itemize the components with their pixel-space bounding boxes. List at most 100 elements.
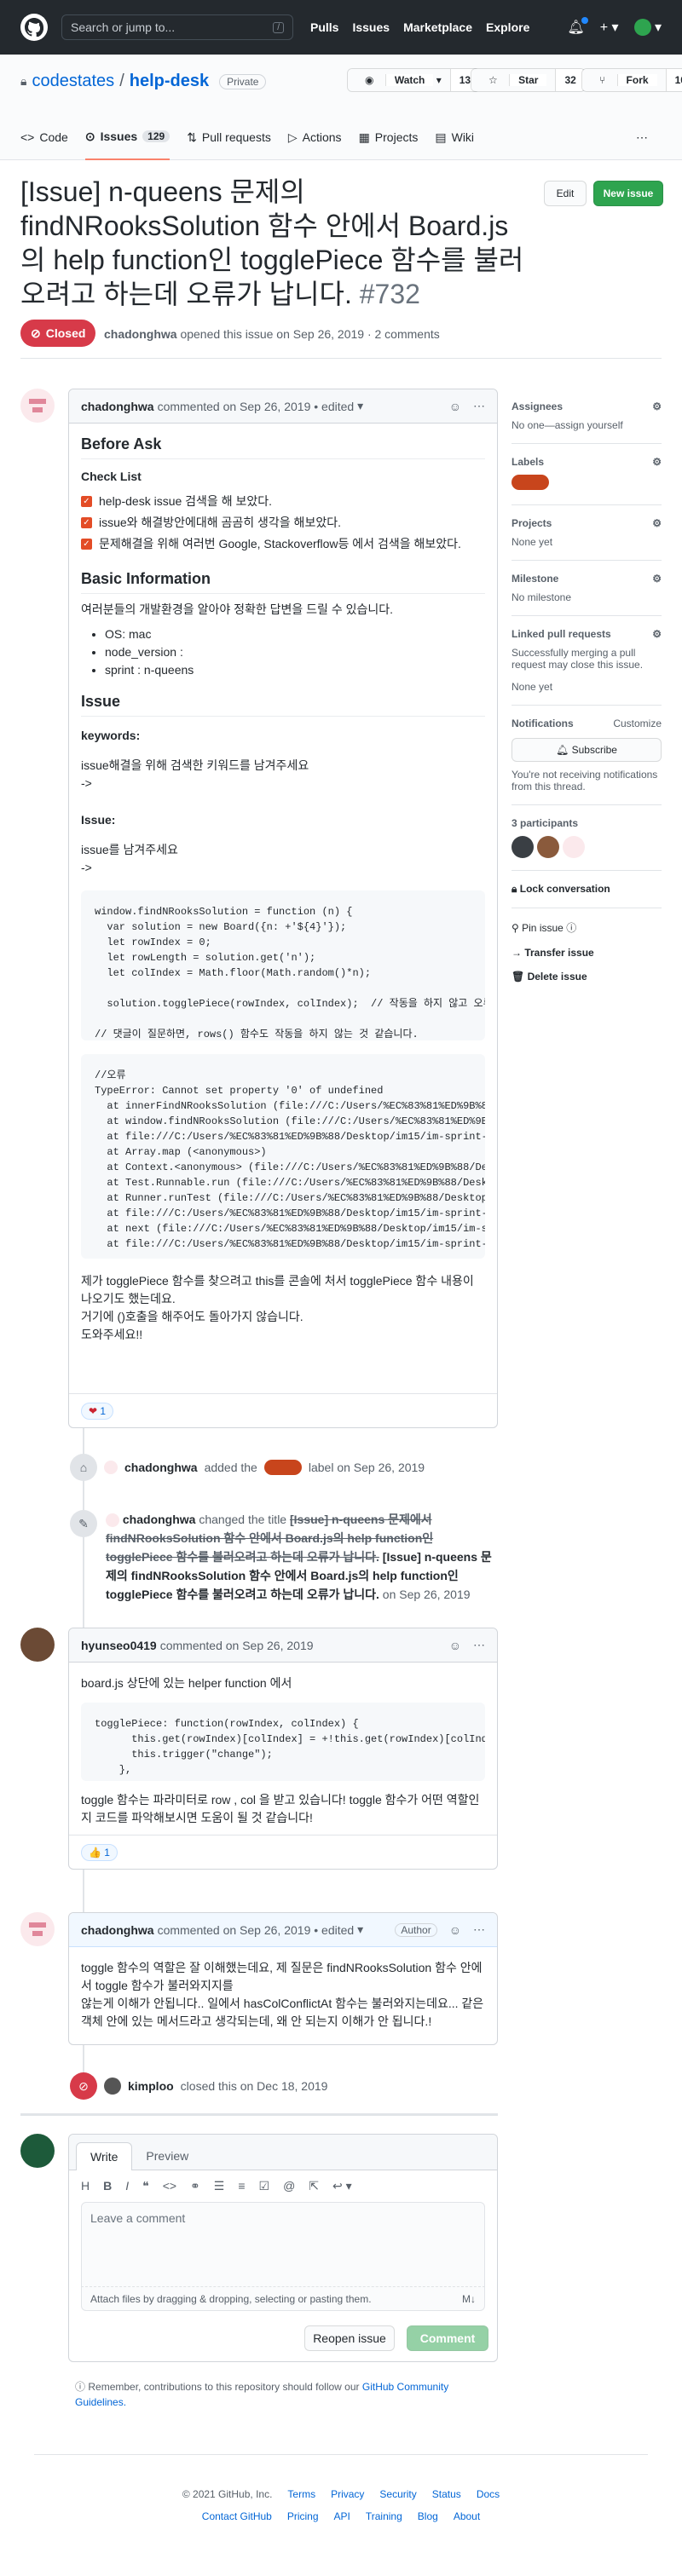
avatar[interactable] <box>20 2134 55 2168</box>
event-user-link[interactable]: kimploo <box>128 2079 174 2093</box>
new-issue-button[interactable]: New issue <box>593 181 663 206</box>
avatar[interactable] <box>20 1628 55 1662</box>
mention-icon[interactable]: @ <box>283 2179 295 2193</box>
kebab-icon[interactable]: ⋯ <box>473 1638 485 1652</box>
milestone-header[interactable]: Milestone ⚙ <box>512 573 662 585</box>
nav-explore[interactable]: Explore <box>486 20 529 34</box>
footer-link-blog[interactable]: Blog <box>418 2510 438 2522</box>
nav-issues[interactable]: Issues <box>352 20 390 34</box>
comment-author-link[interactable]: hyunseo0419 <box>81 1639 157 1652</box>
smiley-icon[interactable]: ☺ <box>449 1639 461 1652</box>
avatar[interactable] <box>512 836 534 858</box>
avatar[interactable] <box>20 389 55 423</box>
comment-submit-button[interactable]: Comment <box>407 2325 488 2351</box>
label-badge[interactable] <box>512 475 549 490</box>
lock-conversation-link[interactable]: 🔒︎ Lock conversation <box>512 883 662 896</box>
reopen-issue-button[interactable]: Reopen issue <box>304 2325 395 2351</box>
footer-link-security[interactable]: Security <box>379 2488 416 2500</box>
checkbox-checked-icon[interactable]: ✓ <box>81 496 92 507</box>
checkbox-checked-icon[interactable]: ✓ <box>81 539 92 550</box>
repo-owner-link[interactable]: codestates <box>32 72 114 91</box>
avatar-menu-icon[interactable]: ▾ <box>633 19 662 37</box>
linked-prs-header[interactable]: Linked pull requests ⚙ <box>512 628 662 640</box>
repo-name-link[interactable]: help-desk <box>130 72 209 91</box>
heart-reaction-button[interactable]: ❤ 1 <box>81 1402 114 1420</box>
subscribe-button[interactable]: 🔔︎ Subscribe <box>512 738 662 762</box>
comment-author-link[interactable]: chadonghwa <box>81 400 154 413</box>
bold-icon[interactable]: B <box>103 2179 112 2193</box>
kebab-icon[interactable]: ⋯ <box>473 399 485 413</box>
code-icon[interactable]: <> <box>163 2179 176 2193</box>
footer-link-privacy[interactable]: Privacy <box>331 2488 364 2500</box>
tab-projects[interactable]: ▦ Projects <box>359 114 419 160</box>
tab-preview[interactable]: Preview <box>132 2142 202 2170</box>
smiley-icon[interactable]: ☺ <box>449 1923 461 1937</box>
footer-link-pricing[interactable]: Pricing <box>287 2510 319 2522</box>
star-button[interactable]: ☆ Star 32 <box>471 68 586 92</box>
avatar[interactable] <box>537 836 559 858</box>
tab-code[interactable]: <> Code <box>20 114 68 160</box>
avatar[interactable] <box>563 836 585 858</box>
search-input[interactable]: Search or jump to... / <box>61 14 293 40</box>
assignees-header[interactable]: Assignees ⚙ <box>512 401 662 412</box>
labels-header[interactable]: Labels ⚙ <box>512 456 662 468</box>
plus-icon[interactable]: + ▾ <box>600 19 619 36</box>
footer-link-training[interactable]: Training <box>366 2510 402 2522</box>
comment-author-link[interactable]: chadonghwa <box>81 1923 154 1937</box>
footer-link-terms[interactable]: Terms <box>287 2488 315 2500</box>
footer-link-status[interactable]: Status <box>432 2488 461 2500</box>
attach-files-bar[interactable]: Attach files by dragging & dropping, sel… <box>81 2287 485 2311</box>
checkbox-checked-icon[interactable]: ✓ <box>81 517 92 528</box>
tasklist-icon[interactable]: ☑ <box>259 2179 270 2193</box>
heading-icon[interactable]: H <box>81 2179 90 2193</box>
more-tabs-icon[interactable]: ⋯ <box>636 114 648 160</box>
smiley-icon[interactable]: ☺ <box>449 400 461 413</box>
footer-link-api[interactable]: API <box>334 2510 350 2522</box>
avatar[interactable] <box>106 1513 119 1528</box>
avatar[interactable] <box>104 2078 121 2095</box>
bell-icon[interactable]: 🔔︎ <box>567 16 588 36</box>
issue-author-link[interactable]: chadonghwa <box>104 327 177 341</box>
markdown-icon[interactable]: M↓ <box>462 2293 476 2305</box>
thumbsup-reaction-button[interactable]: 👍 1 <box>81 1843 118 1861</box>
footer-link-about[interactable]: About <box>454 2510 480 2522</box>
label-badge[interactable] <box>263 1460 302 1475</box>
nav-pulls[interactable]: Pulls <box>310 20 338 34</box>
cross-reference-icon[interactable]: ⇱ <box>309 2179 319 2193</box>
footer-link-docs[interactable]: Docs <box>477 2488 500 2500</box>
edit-title-button[interactable]: Edit <box>544 181 587 206</box>
assignees-value[interactable]: No one—assign yourself <box>512 419 662 431</box>
gear-icon[interactable]: ⚙ <box>652 401 662 412</box>
fork-button[interactable]: ⑂ Fork 10 <box>581 68 682 92</box>
event-user-link[interactable]: chadonghwa <box>123 1513 196 1526</box>
tab-wiki[interactable]: ▤ Wiki <box>435 114 474 160</box>
gear-icon[interactable]: ⚙ <box>652 573 662 585</box>
kebab-icon[interactable]: ⋯ <box>473 1922 485 1937</box>
comment-textarea[interactable]: Leave a comment <box>81 2202 485 2287</box>
reply-icon[interactable]: ↩ ▾ <box>332 2179 352 2193</box>
avatar[interactable] <box>104 1461 118 1474</box>
projects-header[interactable]: Projects ⚙ <box>512 517 662 529</box>
star-count[interactable]: 32 <box>555 69 585 91</box>
fork-count[interactable]: 10 <box>665 69 682 91</box>
transfer-issue-link[interactable]: → Transfer issue <box>512 947 662 959</box>
nav-marketplace[interactable]: Marketplace <box>403 20 472 34</box>
tab-pull-requests[interactable]: ⇅ Pull requests <box>187 114 271 160</box>
gear-icon[interactable]: ⚙ <box>652 628 662 640</box>
watch-button[interactable]: ◉ Watch ▾ 13 <box>347 68 481 92</box>
tab-issues[interactable]: ⊙ Issues 129 <box>84 114 170 160</box>
gear-icon[interactable]: ⚙ <box>652 517 662 529</box>
tab-actions[interactable]: ▷ Actions <box>288 114 342 160</box>
avatar[interactable] <box>20 1912 55 1946</box>
customize-link[interactable]: Customize <box>613 717 662 729</box>
italic-icon[interactable]: I <box>125 2179 129 2193</box>
gear-icon[interactable]: ⚙ <box>652 456 662 468</box>
link-icon[interactable]: ⚭ <box>190 2179 200 2193</box>
quote-icon[interactable]: ❝ <box>142 2179 149 2193</box>
delete-issue-link[interactable]: 🗑︎ Delete issue <box>512 971 662 983</box>
unordered-list-icon[interactable]: ☰ <box>214 2179 225 2193</box>
ordered-list-icon[interactable]: ≡ <box>238 2179 245 2193</box>
tab-write[interactable]: Write <box>76 2142 133 2170</box>
event-user-link[interactable]: chadonghwa <box>124 1461 198 1474</box>
pin-issue-link[interactable]: ⚲ Pin issue ⓘ <box>512 920 662 935</box>
